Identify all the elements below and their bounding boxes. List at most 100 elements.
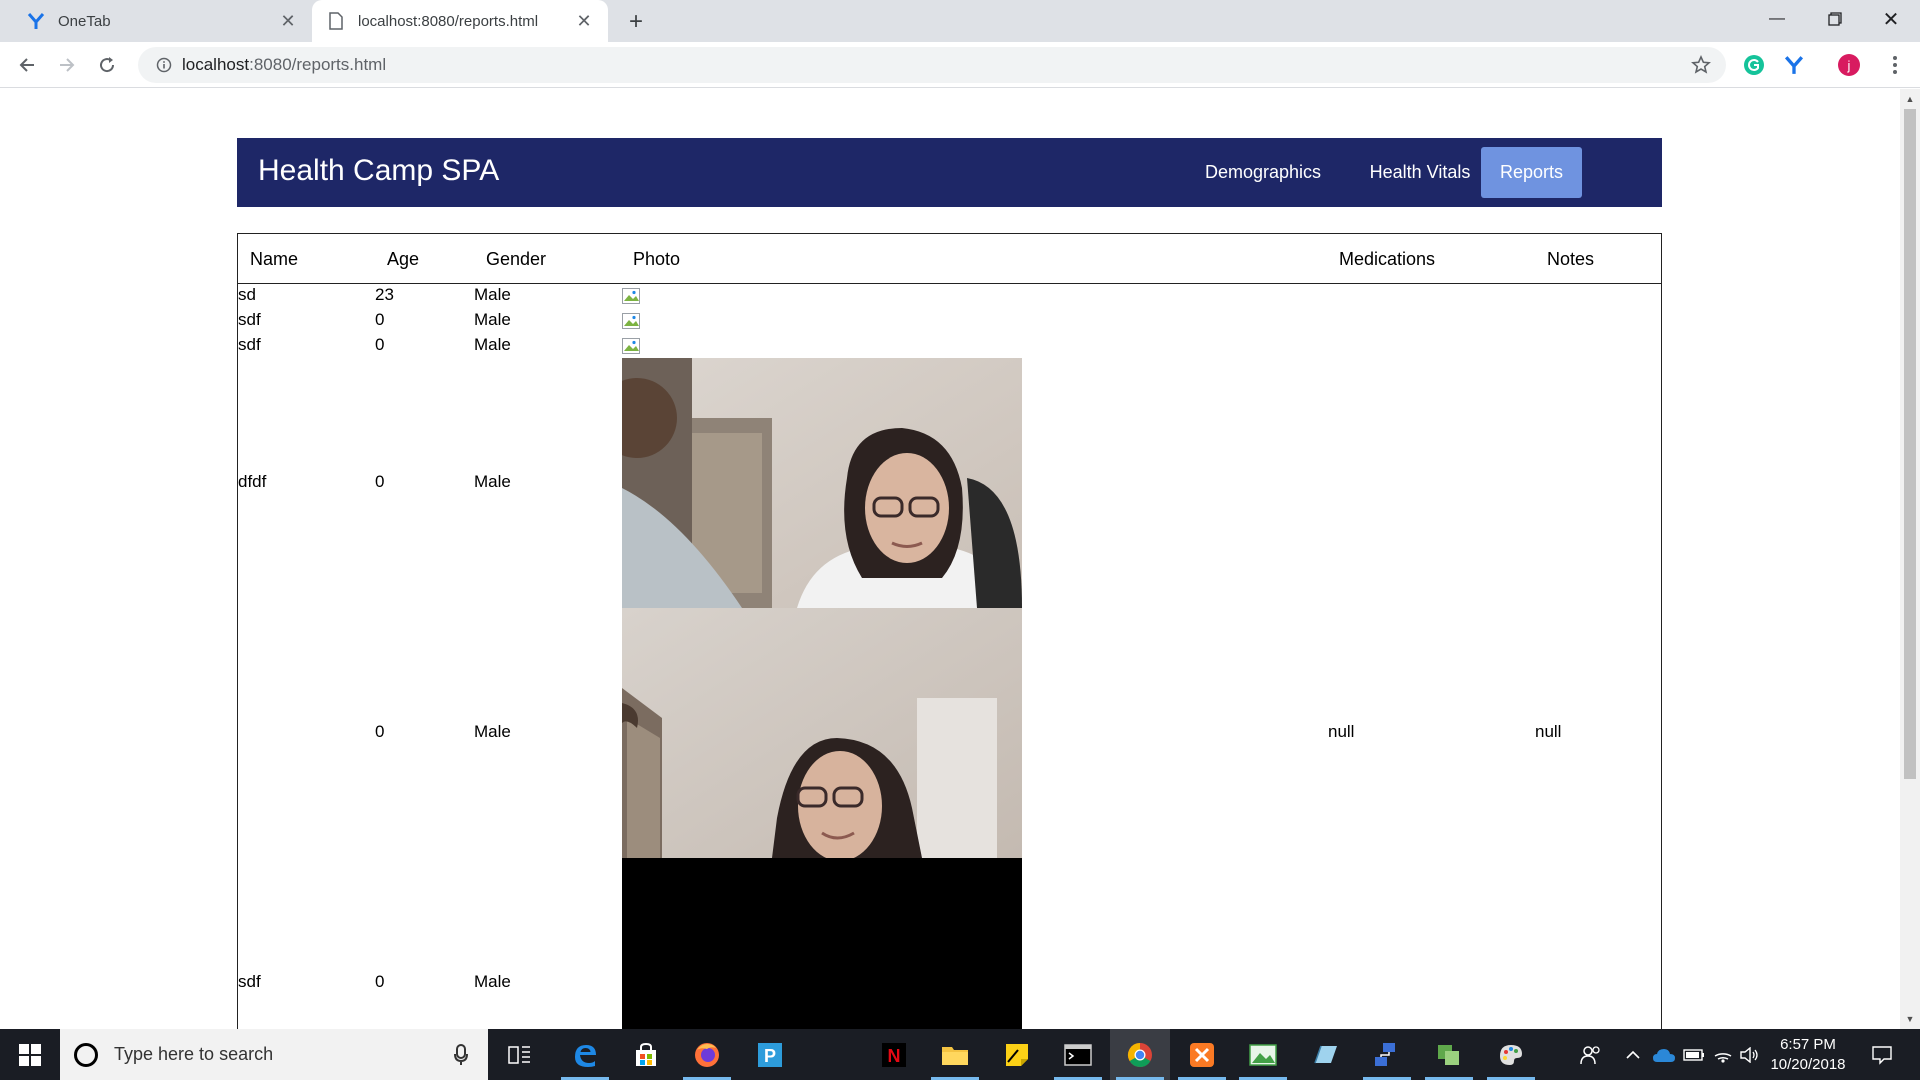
pandora-icon[interactable]: P xyxy=(740,1029,800,1080)
patient-photo xyxy=(622,358,1022,608)
store-icon[interactable] xyxy=(616,1029,676,1080)
grammarly-icon[interactable] xyxy=(1741,52,1767,78)
tab-reports[interactable]: localhost:8080/reports.html ✕ xyxy=(312,0,608,42)
bookmark-star-icon[interactable] xyxy=(1690,54,1712,76)
minimize-button[interactable]: — xyxy=(1748,0,1806,38)
tab-title: localhost:8080/reports.html xyxy=(358,12,539,30)
forward-icon[interactable] xyxy=(52,50,82,80)
new-tab-button[interactable]: + xyxy=(620,8,652,36)
nav-reports[interactable]: Reports xyxy=(1481,147,1582,198)
task-view-icon[interactable] xyxy=(490,1029,550,1080)
scroll-up-arrow-icon[interactable]: ▲ xyxy=(1900,91,1920,107)
file-explorer-icon[interactable] xyxy=(925,1029,985,1080)
patient-photo xyxy=(622,608,1022,858)
browser-toolbar: localhost:8080/reports.html j xyxy=(0,42,1920,88)
header-photo: Photo xyxy=(633,249,681,269)
header-medications: Medications xyxy=(1339,249,1436,269)
cell-age: 0 xyxy=(375,472,385,491)
profile-avatar[interactable]: j xyxy=(1836,52,1862,78)
restore-button[interactable] xyxy=(1806,0,1864,38)
page-viewport: Health Camp SPA Demographics Health Vita… xyxy=(0,89,1900,1029)
header-gender: Gender xyxy=(486,249,547,269)
close-icon[interactable]: ✕ xyxy=(572,9,596,33)
nav-health-vitals[interactable]: Health Vitals xyxy=(1350,147,1490,198)
page-icon xyxy=(326,11,346,31)
broken-image-icon xyxy=(622,313,642,331)
clock-date: 10/20/2018 xyxy=(1770,1056,1846,1073)
action-center-icon[interactable] xyxy=(1862,1029,1902,1080)
page-scrollbar[interactable]: ▲ ▼ xyxy=(1900,89,1920,1029)
microphone-icon[interactable] xyxy=(446,1043,476,1066)
cell-gender: Male xyxy=(474,472,511,491)
broken-image-icon xyxy=(622,288,642,306)
cell-gender: Male xyxy=(474,972,511,991)
wifi-icon[interactable] xyxy=(1710,1029,1736,1080)
onetab-extension-icon[interactable] xyxy=(1781,52,1807,78)
cell-name: sd xyxy=(238,285,256,304)
header-notes: Notes xyxy=(1547,249,1595,269)
cell-age: 0 xyxy=(375,335,385,354)
battery-icon[interactable] xyxy=(1680,1029,1708,1080)
search-placeholder: Type here to search xyxy=(114,1044,274,1064)
network-app-icon[interactable] xyxy=(1357,1029,1417,1080)
cell-gender: Male xyxy=(474,335,511,354)
close-icon[interactable]: ✕ xyxy=(276,9,300,33)
chrome-icon[interactable] xyxy=(1110,1029,1170,1080)
taskbar-clock[interactable]: 6:57 PM 10/20/2018 xyxy=(1760,1035,1856,1075)
sticky-notes-icon[interactable] xyxy=(987,1029,1047,1080)
cell-age: 0 xyxy=(375,972,385,991)
photos-app-icon[interactable] xyxy=(1233,1029,1293,1080)
close-window-button[interactable]: ✕ xyxy=(1862,0,1920,38)
cell-name: sdf xyxy=(238,310,261,329)
reload-icon[interactable] xyxy=(92,50,122,80)
site-info-icon[interactable] xyxy=(146,57,182,73)
taskbar-search-input[interactable]: Type here to search xyxy=(60,1029,488,1080)
tab-onetab[interactable]: OneTab ✕ xyxy=(12,0,312,42)
netflix-icon[interactable]: N xyxy=(864,1029,924,1080)
onetab-icon xyxy=(26,11,46,31)
windows-taskbar: Type here to search P N 6:57 PM 10/20/20… xyxy=(0,1029,1920,1080)
cell-age: 0 xyxy=(375,310,385,329)
cell-gender: Male xyxy=(474,722,511,741)
address-bar[interactable]: localhost:8080/reports.html xyxy=(138,47,1726,83)
cortana-icon xyxy=(74,1042,98,1067)
cell-name: sdf xyxy=(238,335,261,354)
app-brand[interactable]: Health Camp SPA xyxy=(258,154,499,188)
paint-icon[interactable] xyxy=(1481,1029,1541,1080)
back-icon[interactable] xyxy=(12,50,42,80)
svg-text:N: N xyxy=(888,1046,901,1066)
cell-age: 0 xyxy=(375,722,385,741)
windows-start-icon[interactable] xyxy=(0,1029,60,1080)
cell-medications: null xyxy=(1328,722,1355,741)
virtual-machine-icon[interactable] xyxy=(1419,1029,1479,1080)
onedrive-icon[interactable] xyxy=(1650,1029,1678,1080)
header-age: Age xyxy=(387,249,420,269)
svg-text:P: P xyxy=(764,1046,776,1066)
scrollbar-thumb[interactable] xyxy=(1904,109,1916,779)
broken-image-icon xyxy=(622,338,642,356)
cell-notes: null xyxy=(1535,722,1562,741)
reports-table: Name Age Gender Photo Medications Notes … xyxy=(237,233,1662,1029)
patient-photo xyxy=(622,858,1022,1029)
nav-demographics[interactable]: Demographics xyxy=(1193,147,1333,198)
cell-name: sdf xyxy=(238,972,261,991)
menu-kebab-icon[interactable] xyxy=(1882,52,1908,78)
xampp-icon[interactable] xyxy=(1172,1029,1232,1080)
volume-icon[interactable] xyxy=(1738,1029,1762,1080)
cell-gender: Male xyxy=(474,285,511,304)
browser-tab-strip: OneTab ✕ localhost:8080/reports.html ✕ +… xyxy=(0,0,1920,42)
clock-time: 6:57 PM xyxy=(1780,1036,1836,1053)
edge-browser-icon[interactable] xyxy=(555,1029,615,1080)
cell-gender: Male xyxy=(474,310,511,329)
scroll-down-arrow-icon[interactable]: ▼ xyxy=(1900,1011,1920,1027)
cell-age: 23 xyxy=(375,285,394,304)
show-hidden-icons-chevron-icon[interactable] xyxy=(1620,1029,1646,1080)
notebook-icon[interactable] xyxy=(1295,1029,1355,1080)
people-icon[interactable] xyxy=(1574,1029,1608,1080)
table-header: Name Age Gender Photo Medications Notes xyxy=(238,234,1661,284)
terminal-icon[interactable] xyxy=(1048,1029,1108,1080)
cell-name: dfdf xyxy=(238,472,267,491)
svg-text:j: j xyxy=(1847,58,1851,73)
firefox-icon[interactable] xyxy=(677,1029,737,1080)
url-text: localhost:8080/reports.html xyxy=(182,55,387,74)
